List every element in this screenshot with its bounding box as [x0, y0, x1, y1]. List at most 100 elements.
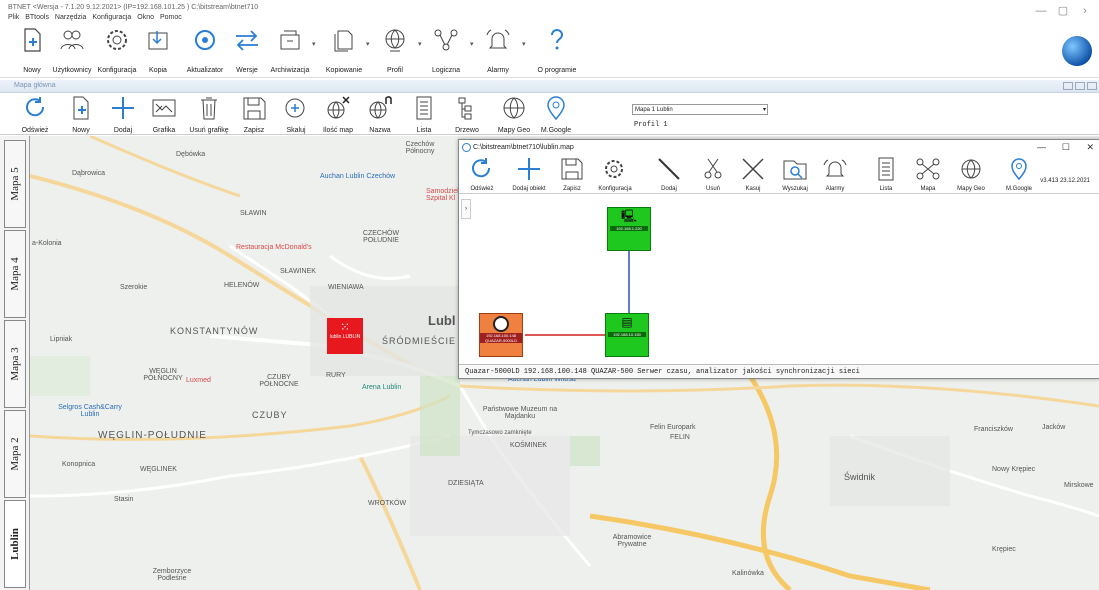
profile-dropdown-icon[interactable]: ▾: [418, 40, 426, 48]
map-label: CZUBY: [252, 410, 288, 420]
node-quazar[interactable]: 192.168.100.148 QUAZAR-5000LD: [479, 313, 523, 357]
scale-icon: [285, 98, 305, 118]
map-label: SŁAWIN: [240, 210, 267, 217]
minimize-icon[interactable]: —: [1030, 0, 1052, 22]
map-label: Szerokie: [120, 284, 148, 291]
list-icon: [416, 96, 432, 120]
updater-button[interactable]: Aktualizator: [184, 22, 226, 76]
archive-dropdown-icon[interactable]: ▾: [312, 40, 320, 48]
menu-okno[interactable]: Okno: [137, 14, 154, 21]
save-button[interactable]: Zapisz: [236, 93, 272, 135]
profile-button[interactable]: Profil: [380, 22, 410, 76]
map-label: Luxmed: [186, 377, 211, 384]
sub-refresh-button[interactable]: Odśwież: [465, 156, 499, 194]
tree-icon: [458, 97, 472, 120]
sub-save-button[interactable]: Zapisz: [557, 156, 587, 194]
logical-button[interactable]: Logiczna: [426, 22, 466, 76]
sub-google-maps-button[interactable]: M.Google: [999, 156, 1039, 194]
sub-alarms-button[interactable]: Alarmy: [817, 156, 853, 194]
plus-icon: [112, 97, 134, 119]
tab-lublin[interactable]: Lublin: [4, 500, 26, 588]
refresh-button[interactable]: Odśwież: [18, 93, 52, 135]
geo-maps-button[interactable]: Mapy Geo: [496, 93, 532, 135]
sub-status-bar: Quazar-5000LD 192.168.100.148 QUAZAR-500…: [459, 364, 1099, 378]
chevron-down-icon: ▾: [762, 107, 766, 113]
archive-button[interactable]: Archiwizacja: [266, 22, 314, 76]
map-label: Restauracja McDonald's: [236, 244, 312, 251]
sub-window-titlebar: C:\bitstream\btnet710\lublin.map — ☐ ✕: [459, 140, 1099, 156]
list-button[interactable]: Lista: [408, 93, 440, 135]
graphics-button[interactable]: Grafika: [146, 93, 182, 135]
globe-n-icon: [369, 96, 392, 119]
tab-mapa-3[interactable]: Mapa 3: [4, 320, 26, 408]
remove-graphics-button[interactable]: Usuń grafikę: [186, 93, 232, 135]
users-button[interactable]: Użytkownicy: [50, 22, 94, 76]
map-label: Czechów Północny: [405, 141, 435, 155]
window-title: BTNET <Wersja - 7.1.20 9.12.2021> (IP=19…: [8, 4, 259, 11]
tab-mapa-4[interactable]: Mapa 4: [4, 230, 26, 318]
menu-bttools[interactable]: BTtools: [25, 14, 49, 21]
node-192-168-1-220[interactable]: 🖳 192.168.1.220: [607, 207, 651, 251]
graphics-icon: [152, 99, 176, 117]
versions-button[interactable]: Wersje: [230, 22, 264, 76]
map-node-lublin[interactable]: ⁙ lublin LUBLIN: [327, 318, 363, 354]
google-maps-button[interactable]: M.Google: [538, 93, 574, 135]
version-label: v3.413 23.12.2021: [1040, 178, 1090, 184]
map-label: Dębówka: [176, 151, 206, 158]
tab-mapa-5[interactable]: Mapa 5: [4, 140, 26, 228]
map-tabs: Mapa 5 Mapa 4 Mapa 3 Mapa 2 Lublin: [0, 136, 30, 590]
alarms-dropdown-icon[interactable]: ▾: [522, 40, 530, 48]
sub-geo-maps-button[interactable]: Mapy Geo: [951, 156, 991, 194]
copy-button[interactable]: Kopia: [142, 22, 174, 76]
sub-config-button[interactable]: Konfiguracja: [591, 156, 639, 194]
menu-konfiguracja[interactable]: Konfiguracja: [92, 14, 131, 21]
add-object-button[interactable]: Dodaj obiekt: [505, 156, 553, 194]
sub-minimize-icon[interactable]: —: [1037, 142, 1046, 152]
map-select[interactable]: Mapa 1 Lublin ▾: [632, 104, 768, 115]
profile-label: Profil 1: [634, 121, 668, 129]
tree-button[interactable]: Drzewo: [450, 93, 484, 135]
menu-narzedzia[interactable]: Narzędzia: [55, 14, 87, 21]
menu-pomoc[interactable]: Pomoc: [160, 14, 182, 21]
new-button[interactable]: Nowy: [14, 22, 50, 76]
map-label: Lipniak: [50, 336, 73, 343]
users-icon: [60, 30, 84, 50]
about-button[interactable]: O programie: [532, 22, 582, 76]
config-button[interactable]: Konfiguracja: [94, 22, 140, 76]
sub-remove-button[interactable]: Usuń: [695, 156, 731, 194]
map-close-icon[interactable]: [1087, 82, 1097, 90]
logical-dropdown-icon[interactable]: ▾: [470, 40, 478, 48]
globe-icon: [385, 29, 405, 52]
close-icon[interactable]: ›: [1074, 0, 1096, 22]
bell-icon: [823, 159, 847, 177]
map-count-button[interactable]: Ilość map: [318, 93, 358, 135]
sub-add-button[interactable]: Dodaj: [649, 156, 689, 194]
maximize-icon[interactable]: ▢: [1052, 0, 1074, 22]
map-restore-icon[interactable]: [1075, 82, 1085, 90]
name-button[interactable]: Nazwa: [364, 93, 396, 135]
sub-close-icon[interactable]: ✕: [1086, 142, 1094, 153]
map-label: Jacków: [1042, 424, 1066, 431]
node-192-168-10-150[interactable]: ▤ 192.168.10.150: [605, 313, 649, 357]
tab-mapa-2[interactable]: Mapa 2: [4, 410, 26, 498]
menu-plik[interactable]: Plik: [8, 14, 19, 21]
sub-maximize-icon[interactable]: ☐: [1062, 142, 1070, 153]
sub-delete-button[interactable]: Kasuj: [735, 156, 771, 194]
map-new-button[interactable]: Nowy: [64, 93, 98, 135]
network-canvas[interactable]: › 🖳 192.168.1.220 192.168.100.148 QUAZAR…: [459, 195, 1099, 366]
sub-map-button[interactable]: Mapa: [911, 156, 945, 194]
copying-dropdown-icon[interactable]: ▾: [366, 40, 374, 48]
map-label: WIENIAWA: [328, 284, 364, 291]
map-minimize-icon[interactable]: [1063, 82, 1073, 90]
sub-search-button[interactable]: Wyszukaj: [775, 156, 815, 194]
new-doc-icon: [24, 28, 41, 52]
map-pin-icon: [547, 96, 565, 121]
save-icon: [561, 158, 583, 180]
scale-button[interactable]: Skaluj: [280, 93, 312, 135]
map-label: Auchan Lublin Czechów: [320, 173, 396, 180]
add-button[interactable]: Dodaj: [106, 93, 140, 135]
sub-list-button[interactable]: Lista: [871, 156, 901, 194]
copying-button[interactable]: Kopiowanie: [320, 22, 368, 76]
alarms-button[interactable]: Alarmy: [482, 22, 514, 76]
save-icon: [243, 97, 266, 120]
